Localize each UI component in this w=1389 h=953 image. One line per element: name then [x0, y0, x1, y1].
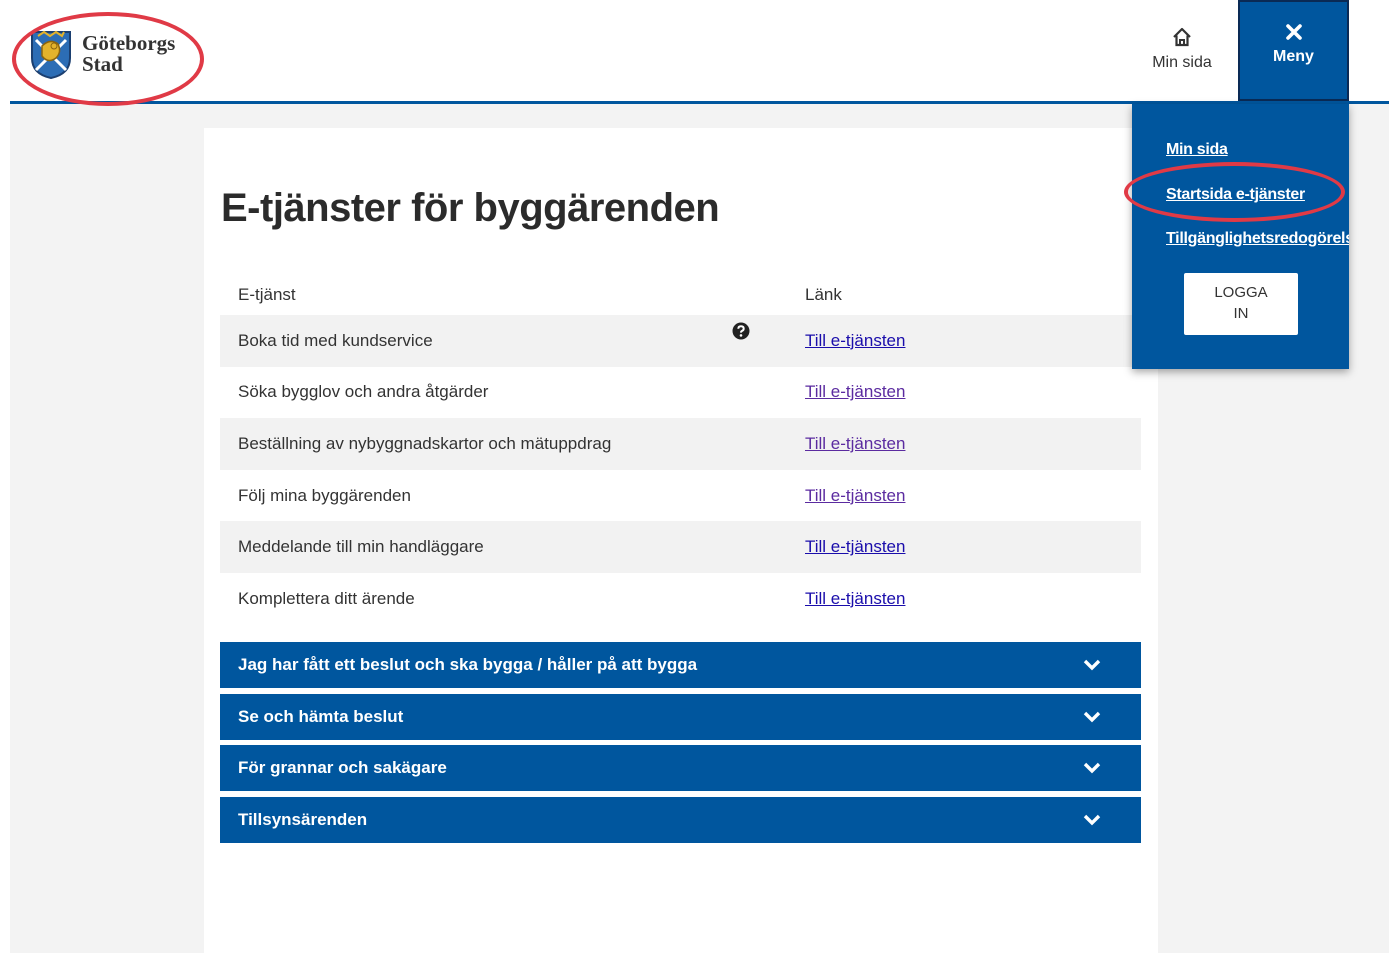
menu-item-startsida-e-tjanster[interactable]: Startsida e-tjänster: [1166, 186, 1305, 204]
page-title: E-tjänster för byggärenden: [221, 186, 720, 230]
goteborgs-stad-logo[interactable]: Göteborgs Stad: [28, 28, 175, 80]
home-icon: [1173, 27, 1191, 47]
table-row: Boka tid med kundservice Till e-tjänsten: [220, 315, 1141, 367]
login-label-line2: IN: [1233, 305, 1249, 322]
service-name: Beställning av nybyggnadskartor och mätu…: [238, 433, 612, 453]
login-button[interactable]: LOGGA IN: [1184, 273, 1298, 335]
service-link[interactable]: Till e-tjänsten: [805, 434, 905, 453]
column-header-service: E-tjänst: [238, 284, 296, 304]
table-row: Beställning av nybyggnadskartor och mätu…: [220, 418, 1141, 470]
accordion-header-tillsyn[interactable]: Tillsynsärenden: [220, 796, 1141, 843]
service-link[interactable]: Till e-tjänsten: [805, 382, 905, 401]
menu-dropdown: Min sida Startsida e-tjänster Tillgängli…: [1132, 104, 1349, 369]
menu-toggle-button[interactable]: Meny: [1238, 0, 1349, 101]
service-name: Meddelande till min handläggare: [238, 537, 484, 557]
header-min-sida-label: Min sida: [1152, 54, 1212, 71]
service-link[interactable]: Till e-tjänsten: [805, 486, 905, 505]
chevron-down-icon: [1083, 814, 1101, 825]
e-services-table: E-tjänst Länk Boka tid med kundservice T…: [220, 274, 1141, 625]
service-name: Komplettera ditt ärende: [238, 588, 415, 608]
table-row: Meddelande till min handläggare Till e-t…: [220, 521, 1141, 573]
close-icon: [1285, 24, 1302, 40]
menu-toggle-label: Meny: [1273, 48, 1314, 65]
question-circle-icon[interactable]: [732, 322, 750, 340]
service-name: Boka tid med kundservice: [238, 330, 433, 350]
accordion-label: Se och hämta beslut: [238, 706, 404, 726]
logo-text-line2: Stad: [82, 52, 123, 76]
accordion-header-se-beslut[interactable]: Se och hämta beslut: [220, 693, 1141, 740]
service-link[interactable]: Till e-tjänsten: [805, 537, 905, 556]
accordion-label: För grannar och sakägare: [238, 758, 447, 777]
menu-item-min-sida[interactable]: Min sida: [1166, 141, 1228, 159]
table-row: Komplettera ditt ärende Till e-tjänsten: [220, 573, 1141, 625]
chevron-down-icon: [1083, 659, 1101, 671]
chevron-down-icon: [1083, 711, 1101, 722]
accordion-label: Tillsynsärenden: [238, 809, 368, 829]
accordion-group: Jag har fått ett beslut och ska bygga / …: [220, 642, 1141, 848]
accordion-header-beslut-bygga[interactable]: Jag har fått ett beslut och ska bygga / …: [220, 642, 1141, 688]
column-header-link: Länk: [805, 284, 842, 304]
lion-crest-icon: [31, 30, 71, 80]
table-header-row: E-tjänst Länk: [220, 274, 1141, 315]
service-link[interactable]: Till e-tjänsten: [805, 331, 905, 350]
menu-item-tillganglighetsredogorelse[interactable]: Tillgänglighetsredogörelse: [1166, 230, 1349, 248]
header-min-sida-button[interactable]: Min sida: [1141, 22, 1223, 86]
login-label-line1: LOGGA: [1214, 284, 1268, 301]
accordion-header-grannar[interactable]: För grannar och sakägare: [220, 745, 1141, 791]
table-row: Söka bygglov och andra åtgärder Till e-t…: [220, 367, 1141, 419]
table-row: Följ mina byggärenden Till e-tjänsten: [220, 470, 1141, 522]
logo-text-line1: Göteborgs: [82, 31, 176, 55]
service-name: Söka bygglov och andra åtgärder: [238, 382, 489, 402]
service-name: Följ mina byggärenden: [238, 485, 411, 505]
accordion-label: Jag har fått ett beslut och ska bygga / …: [238, 655, 698, 674]
chevron-down-icon: [1083, 762, 1101, 774]
site-header: Göteborgs Stad Min sida Meny: [10, 0, 1389, 106]
service-link[interactable]: Till e-tjänsten: [805, 589, 905, 608]
